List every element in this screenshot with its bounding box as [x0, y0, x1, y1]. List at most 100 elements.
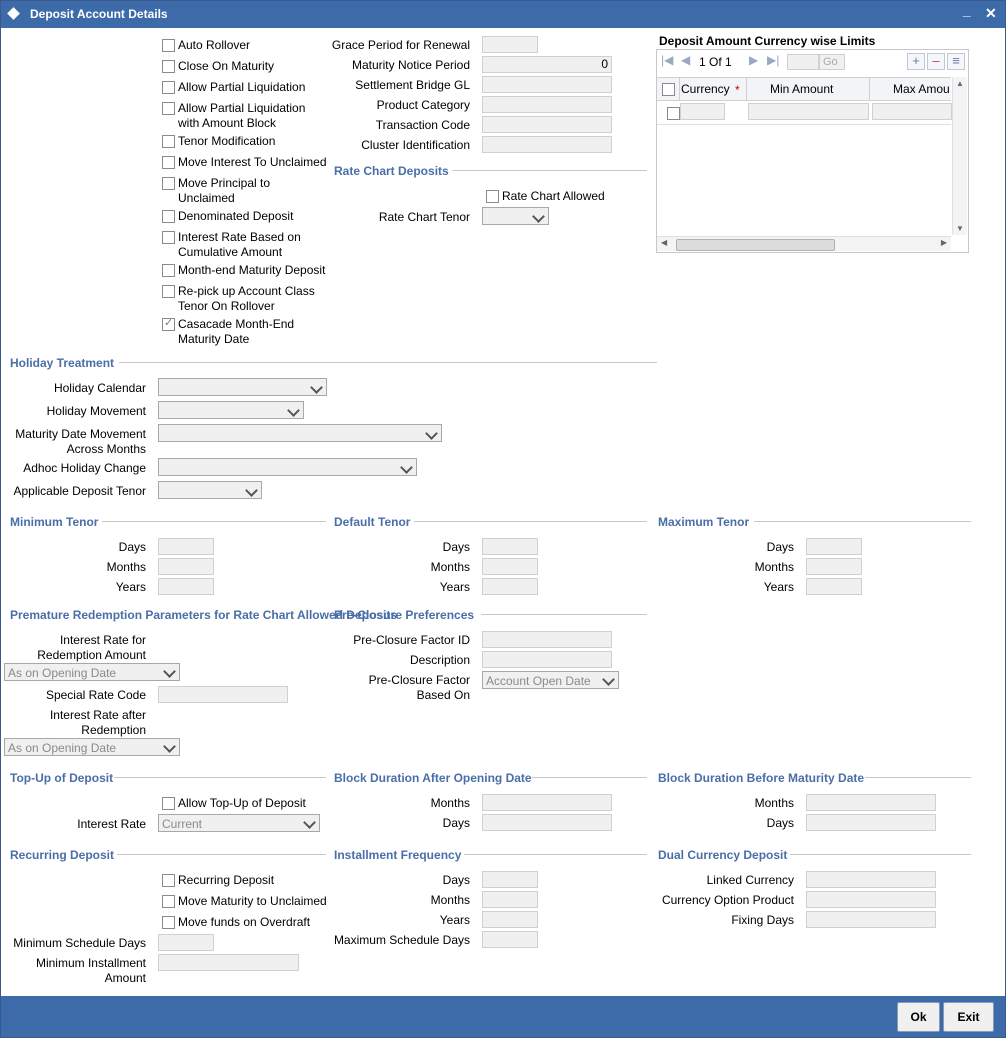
chevron-down-icon	[287, 404, 300, 417]
month-end-maturity-label: Month-end Maturity Deposit	[178, 263, 326, 277]
min-tenor-years-label: Years	[115, 580, 146, 594]
row-checkbox[interactable]	[667, 107, 680, 120]
preclosure-factor-id-input[interactable]	[482, 631, 612, 648]
recurring-deposit-checkbox[interactable]	[162, 874, 175, 887]
month-end-maturity-checkbox[interactable]	[162, 264, 175, 277]
move-principal-unclaimed-checkbox[interactable]	[162, 177, 175, 190]
grace-period-input[interactable]	[482, 36, 538, 53]
exit-button[interactable]: Exit	[943, 1002, 994, 1032]
installment-days-input[interactable]	[482, 871, 538, 888]
cluster-id-input[interactable]	[482, 136, 612, 153]
min-schedule-days-input[interactable]	[158, 934, 214, 951]
grid-header: Currency * Min Amount Max Amou	[657, 77, 951, 101]
casacade-month-end-checkbox[interactable]	[162, 316, 175, 331]
holiday-movement-select[interactable]	[158, 401, 304, 419]
preclosure-based-on-select[interactable]: Account Open Date	[482, 671, 619, 689]
interest-rate-after-select[interactable]: As on Opening Date	[4, 738, 180, 756]
block-before-days-input[interactable]	[806, 814, 936, 831]
interest-rate-cumulative-checkbox[interactable]	[162, 231, 175, 244]
topup-interest-rate-select[interactable]: Current	[158, 814, 320, 832]
limits-title: Deposit Amount Currency wise Limits	[659, 34, 876, 48]
auto-rollover-checkbox[interactable]	[162, 39, 175, 52]
page-indicator: 1 Of 1	[699, 55, 732, 69]
preclosure-description-input[interactable]	[482, 651, 612, 668]
required-asterisk: *	[735, 83, 740, 97]
denominated-deposit-checkbox[interactable]	[162, 210, 175, 223]
next-page-icon[interactable]: ▶	[749, 53, 758, 67]
close-on-maturity-checkbox[interactable]	[162, 60, 175, 73]
adhoc-holiday-select[interactable]	[158, 458, 417, 476]
max-tenor-days-input[interactable]	[806, 538, 862, 555]
currency-option-product-input[interactable]	[806, 891, 936, 908]
first-page-icon[interactable]: |◀	[661, 53, 673, 67]
scroll-down-icon[interactable]: ▼	[956, 224, 964, 233]
max-tenor-years-input[interactable]	[806, 578, 862, 595]
page-number-input[interactable]	[787, 54, 819, 70]
min-tenor-months-input[interactable]	[158, 558, 214, 575]
horizontal-scrollbar[interactable]: ◀ ▶	[657, 236, 951, 251]
rate-chart-allowed-checkbox[interactable]	[486, 190, 499, 203]
block-after-months-input[interactable]	[482, 794, 612, 811]
move-maturity-unclaimed-checkbox[interactable]	[162, 895, 175, 908]
maturity-notice-input[interactable]: 0	[482, 56, 612, 73]
tenor-modification-checkbox[interactable]	[162, 135, 175, 148]
special-rate-code-input[interactable]	[158, 686, 288, 703]
allow-topup-checkbox[interactable]	[162, 797, 175, 810]
product-category-input[interactable]	[482, 96, 612, 113]
maturity-date-movement-select[interactable]	[158, 424, 442, 442]
settlement-gl-input[interactable]	[482, 76, 612, 93]
min-tenor-days-input[interactable]	[158, 538, 214, 555]
last-page-icon[interactable]: ▶|	[767, 53, 779, 67]
delete-row-icon[interactable]: –	[927, 53, 945, 70]
installment-years-input[interactable]	[482, 911, 538, 928]
repick-account-class-checkbox[interactable]	[162, 285, 175, 298]
currency-cell-input[interactable]	[680, 103, 725, 120]
ok-button[interactable]: Ok	[897, 1002, 940, 1032]
min-installment-input[interactable]	[158, 954, 299, 971]
block-after-days-label: Days	[442, 816, 470, 830]
close-button[interactable]: ✕	[985, 5, 997, 22]
min-tenor-divider	[102, 521, 326, 522]
auto-rollover-label: Auto Rollover	[178, 38, 251, 52]
single-view-icon[interactable]: ≡	[947, 53, 965, 70]
allow-partial-liquidation-checkbox[interactable]	[162, 81, 175, 94]
min-amount-cell-input[interactable]	[748, 103, 869, 120]
installment-months-input[interactable]	[482, 891, 538, 908]
minimize-button[interactable]: _	[963, 2, 971, 18]
default-tenor-months-input[interactable]	[482, 558, 538, 575]
holiday-calendar-label: Holiday Calendar	[53, 381, 146, 395]
installment-divider	[464, 854, 647, 855]
rate-chart-tenor-select[interactable]	[482, 207, 549, 225]
max-schedule-days-input[interactable]	[482, 931, 538, 948]
interest-rate-redemption-select[interactable]: As on Opening Date	[4, 663, 180, 681]
allow-partial-liquidation-block-checkbox[interactable]	[162, 102, 175, 115]
go-button[interactable]: Go	[819, 54, 845, 70]
scroll-thumb[interactable]	[676, 239, 835, 251]
block-after-section-title: Block Duration After Opening Date	[334, 771, 532, 785]
add-row-icon[interactable]: +	[907, 53, 925, 70]
holiday-calendar-select[interactable]	[158, 378, 327, 396]
linked-currency-input[interactable]	[806, 871, 936, 888]
max-amount-cell-input[interactable]	[872, 103, 952, 120]
move-funds-overdraft-checkbox[interactable]	[162, 916, 175, 929]
applicable-tenor-select[interactable]	[158, 481, 262, 499]
interest-rate-after-label-2: Redemption	[81, 723, 146, 737]
select-all-checkbox[interactable]	[662, 83, 675, 96]
move-interest-unclaimed-checkbox[interactable]	[162, 156, 175, 169]
scroll-left-icon[interactable]: ◀	[661, 238, 667, 247]
scroll-right-icon[interactable]: ▶	[941, 238, 947, 247]
max-tenor-months-input[interactable]	[806, 558, 862, 575]
default-tenor-years-input[interactable]	[482, 578, 538, 595]
min-tenor-years-input[interactable]	[158, 578, 214, 595]
block-after-days-input[interactable]	[482, 814, 612, 831]
default-tenor-divider	[414, 521, 647, 522]
rate-chart-divider	[452, 170, 647, 171]
default-tenor-days-input[interactable]	[482, 538, 538, 555]
fixing-days-input[interactable]	[806, 911, 936, 928]
transaction-code-input[interactable]	[482, 116, 612, 133]
prev-page-icon[interactable]: ◀	[681, 53, 690, 67]
dual-currency-divider	[790, 854, 971, 855]
scroll-up-icon[interactable]: ▲	[956, 79, 964, 88]
vertical-scrollbar[interactable]: ▲ ▼	[952, 77, 967, 235]
block-before-months-input[interactable]	[806, 794, 936, 811]
